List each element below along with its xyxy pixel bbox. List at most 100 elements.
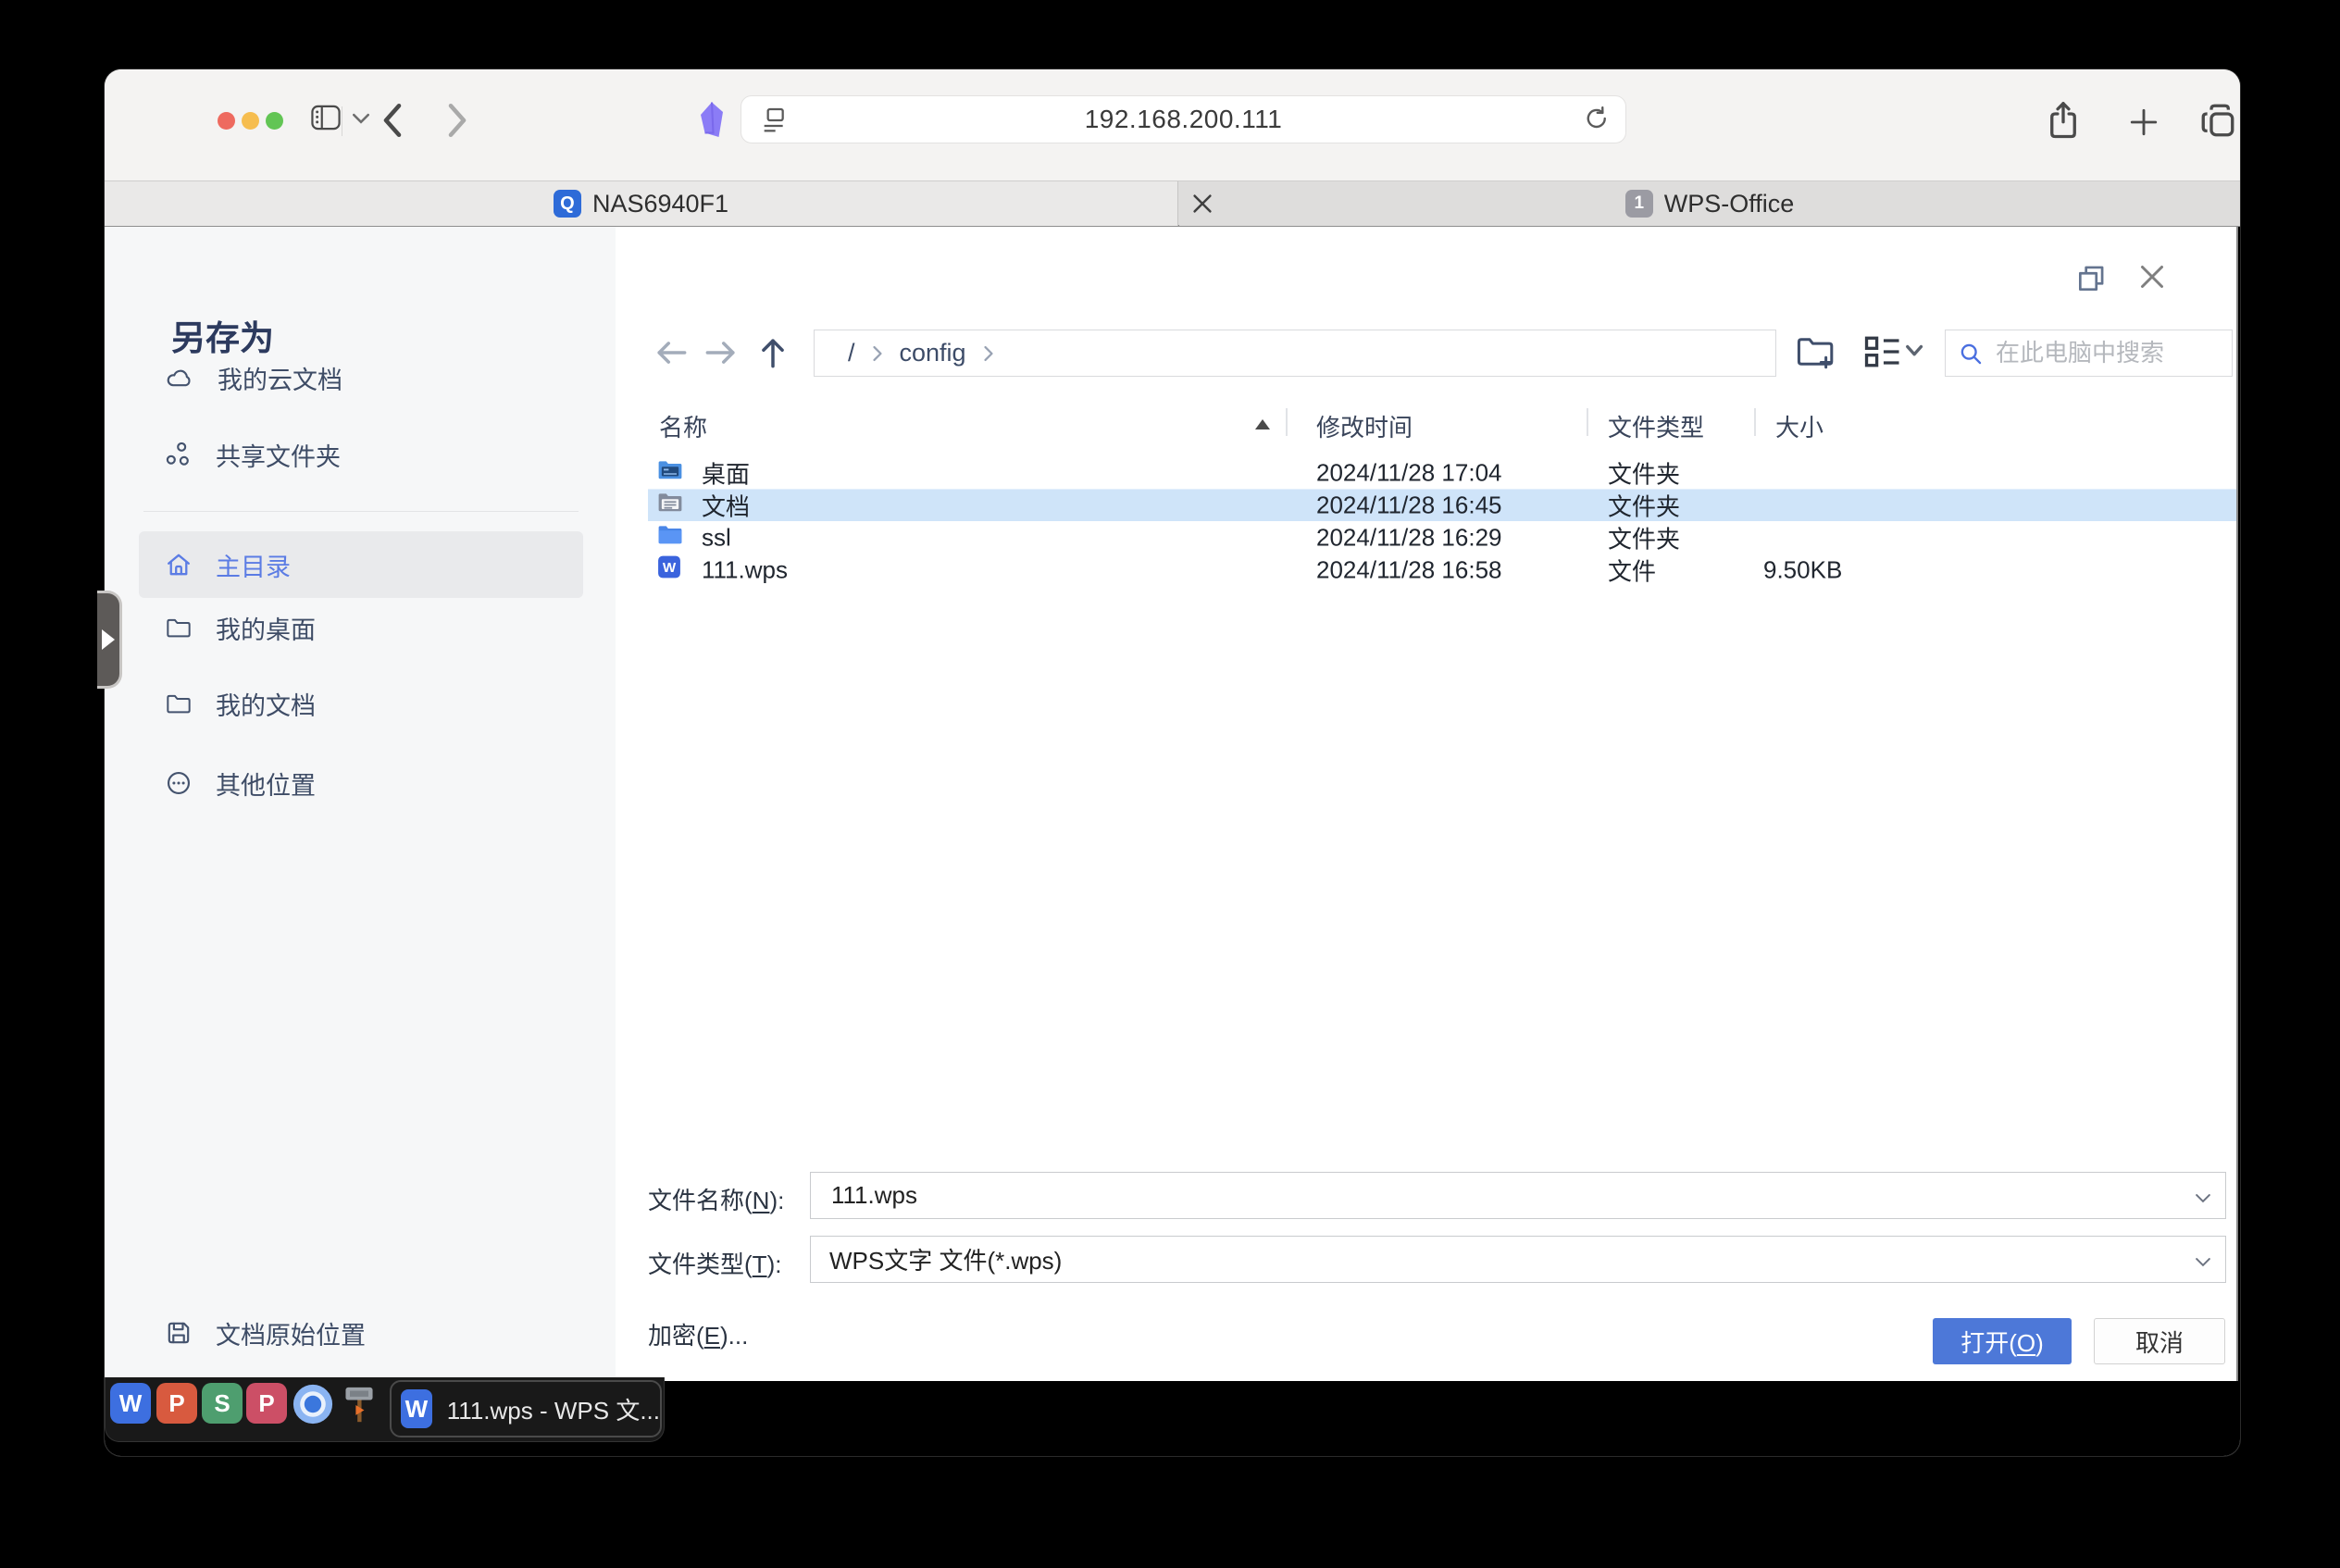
tab-close-icon[interactable] <box>1189 191 1215 217</box>
file-row-desktop[interactable]: 桌面 2024/11/28 17:04 文件夹 <box>648 456 2236 489</box>
sidebar-item-my-docs[interactable]: 我的文档 <box>139 670 583 737</box>
wps-spreadsheet-icon[interactable]: S <box>202 1383 243 1424</box>
file-date: 2024/11/28 16:58 <box>1316 555 1501 584</box>
svg-text:W: W <box>663 559 677 575</box>
file-type: 文件 <box>1608 553 1656 587</box>
documents-folder-icon <box>657 490 683 520</box>
sidebar-item-label: 我的文档 <box>216 686 316 722</box>
filetype-value: WPS文字 文件(*.wps) <box>829 1242 1062 1276</box>
chevron-down-icon[interactable] <box>2196 1255 2210 1272</box>
nav-forward-icon[interactable] <box>701 332 743 375</box>
cloud-icon <box>166 367 193 389</box>
save-location-icon <box>166 1320 192 1346</box>
column-separator[interactable] <box>1286 408 1288 436</box>
column-header-size[interactable]: 大小 <box>1775 409 1823 443</box>
filename-field[interactable] <box>810 1172 2226 1219</box>
breadcrumb[interactable]: / config <box>814 330 1776 377</box>
sort-ascending-icon[interactable] <box>1255 419 1270 429</box>
chromium-browser-icon[interactable] <box>292 1383 334 1425</box>
signpost-icon[interactable] <box>341 1385 378 1425</box>
taskbar-task-button[interactable]: W 111.wps - WPS 文... <box>390 1380 662 1437</box>
address-bar[interactable]: 192.168.200.111 <box>741 95 1626 143</box>
nav-back-icon[interactable] <box>651 332 693 375</box>
file-row-ssl[interactable]: ssl 2024/11/28 16:29 文件夹 <box>648 521 2236 554</box>
back-button[interactable] <box>379 101 406 144</box>
window-close-button[interactable] <box>218 112 235 130</box>
file-date: 2024/11/28 16:45 <box>1316 491 1501 519</box>
file-name: 文档 <box>702 488 750 522</box>
breadcrumb-config[interactable]: config <box>900 339 966 367</box>
file-list: 桌面 2024/11/28 17:04 文件夹 <box>648 456 2236 586</box>
view-mode-icon[interactable] <box>1861 330 1928 375</box>
cancel-button[interactable]: 取消 <box>2094 1318 2225 1364</box>
encrypt-link[interactable]: 加密(E)... <box>648 1317 748 1351</box>
sidebar-item-shared-folder[interactable]: 共享文件夹 <box>139 421 583 488</box>
breadcrumb-chevron-icon <box>872 345 883 362</box>
file-row-documents[interactable]: 文档 2024/11/28 16:45 文件夹 <box>648 489 2236 521</box>
search-icon <box>1959 342 1983 366</box>
desktop-folder-icon <box>657 457 683 488</box>
column-header-type[interactable]: 文件类型 <box>1608 409 1704 443</box>
viewer-panel-handle[interactable] <box>97 591 122 689</box>
remote-taskbar: W P S P <box>105 1377 665 1442</box>
browser-window: 192.168.200.111 <box>105 69 2240 1456</box>
new-folder-icon[interactable] <box>1795 330 1839 375</box>
sidebar-item-doc-origin[interactable]: 文档原始位置 <box>139 1300 583 1366</box>
home-icon <box>166 552 192 578</box>
new-tab-icon[interactable] <box>2128 106 2160 143</box>
sidebar-item-cloud-docs[interactable]: 我的云文档 <box>139 344 583 411</box>
url-text[interactable]: 192.168.200.111 <box>741 105 1625 134</box>
wps-writer-icon[interactable]: W <box>110 1383 151 1424</box>
dialog-restore-icon[interactable] <box>2074 260 2111 297</box>
open-button[interactable]: 打开(O) <box>1933 1318 2072 1364</box>
search-box[interactable] <box>1945 330 2233 377</box>
filetype-label: 文件类型(T): <box>648 1246 781 1280</box>
expand-right-icon <box>102 629 115 650</box>
sidebar-item-home[interactable]: 主目录 <box>139 531 583 598</box>
share-nodes-icon <box>166 442 192 467</box>
share-icon[interactable] <box>2044 99 2083 146</box>
sidebar-item-my-desktop[interactable]: 我的桌面 <box>139 594 583 661</box>
nav-up-icon[interactable] <box>753 332 795 375</box>
column-header-date[interactable]: 修改时间 <box>1316 409 1413 443</box>
sidebar-item-label: 我的桌面 <box>216 610 316 646</box>
extension-icon[interactable] <box>695 101 728 144</box>
folder-icon <box>657 522 683 553</box>
sidebar-item-label: 主目录 <box>216 547 291 583</box>
file-name: 111.wps <box>702 555 788 584</box>
sidebar-toggle-icon[interactable] <box>310 103 342 137</box>
search-input[interactable] <box>1994 338 2220 368</box>
dialog-sidebar: 另存为 我的云文档 共享文件夹 <box>105 227 616 1381</box>
file-date: 2024/11/28 16:29 <box>1316 523 1501 552</box>
file-row-wps[interactable]: W 111.wps 2024/11/28 16:58 文件 9.50KB <box>648 554 2236 586</box>
wps-presentation-icon[interactable]: P <box>156 1383 197 1424</box>
file-size: 9.50KB <box>1763 555 1842 584</box>
column-separator[interactable] <box>1754 408 1756 436</box>
ellipsis-circle-icon <box>166 770 192 796</box>
chevron-down-icon[interactable] <box>353 112 369 129</box>
sidebar-item-other-locations[interactable]: 其他位置 <box>139 750 583 816</box>
reload-icon[interactable] <box>1583 105 1611 137</box>
wps-pdf-icon[interactable]: P <box>246 1383 287 1424</box>
column-header-name[interactable]: 名称 <box>659 409 707 443</box>
nas-tab-icon: Q <box>554 190 581 218</box>
browser-toolbar: 192.168.200.111 <box>105 69 2240 180</box>
window-zoom-button[interactable] <box>266 112 283 130</box>
breadcrumb-root[interactable]: / <box>848 339 855 367</box>
filename-label: 文件名称(N): <box>648 1182 784 1216</box>
chevron-down-icon[interactable] <box>2196 1191 2210 1208</box>
forward-button[interactable] <box>443 101 471 144</box>
tab-wps-office[interactable]: 1 WPS-Office <box>1179 181 2240 226</box>
dialog-close-icon[interactable] <box>2135 260 2172 297</box>
wps-tab-badge: 1 <box>1625 190 1653 218</box>
filetype-select[interactable]: WPS文字 文件(*.wps) <box>810 1236 2226 1283</box>
file-date: 2024/11/28 17:04 <box>1316 458 1501 487</box>
file-name: 桌面 <box>702 455 750 490</box>
filename-input[interactable] <box>829 1180 2147 1211</box>
column-separator[interactable] <box>1587 408 1588 436</box>
tab-nas[interactable]: Q NAS6940F1 <box>105 181 1178 226</box>
window-minimize-button[interactable] <box>242 112 259 130</box>
tab-bar: Q NAS6940F1 1 WPS-Office <box>105 180 2240 227</box>
tab-overview-icon[interactable] <box>2198 101 2237 144</box>
file-name: ssl <box>702 523 731 552</box>
